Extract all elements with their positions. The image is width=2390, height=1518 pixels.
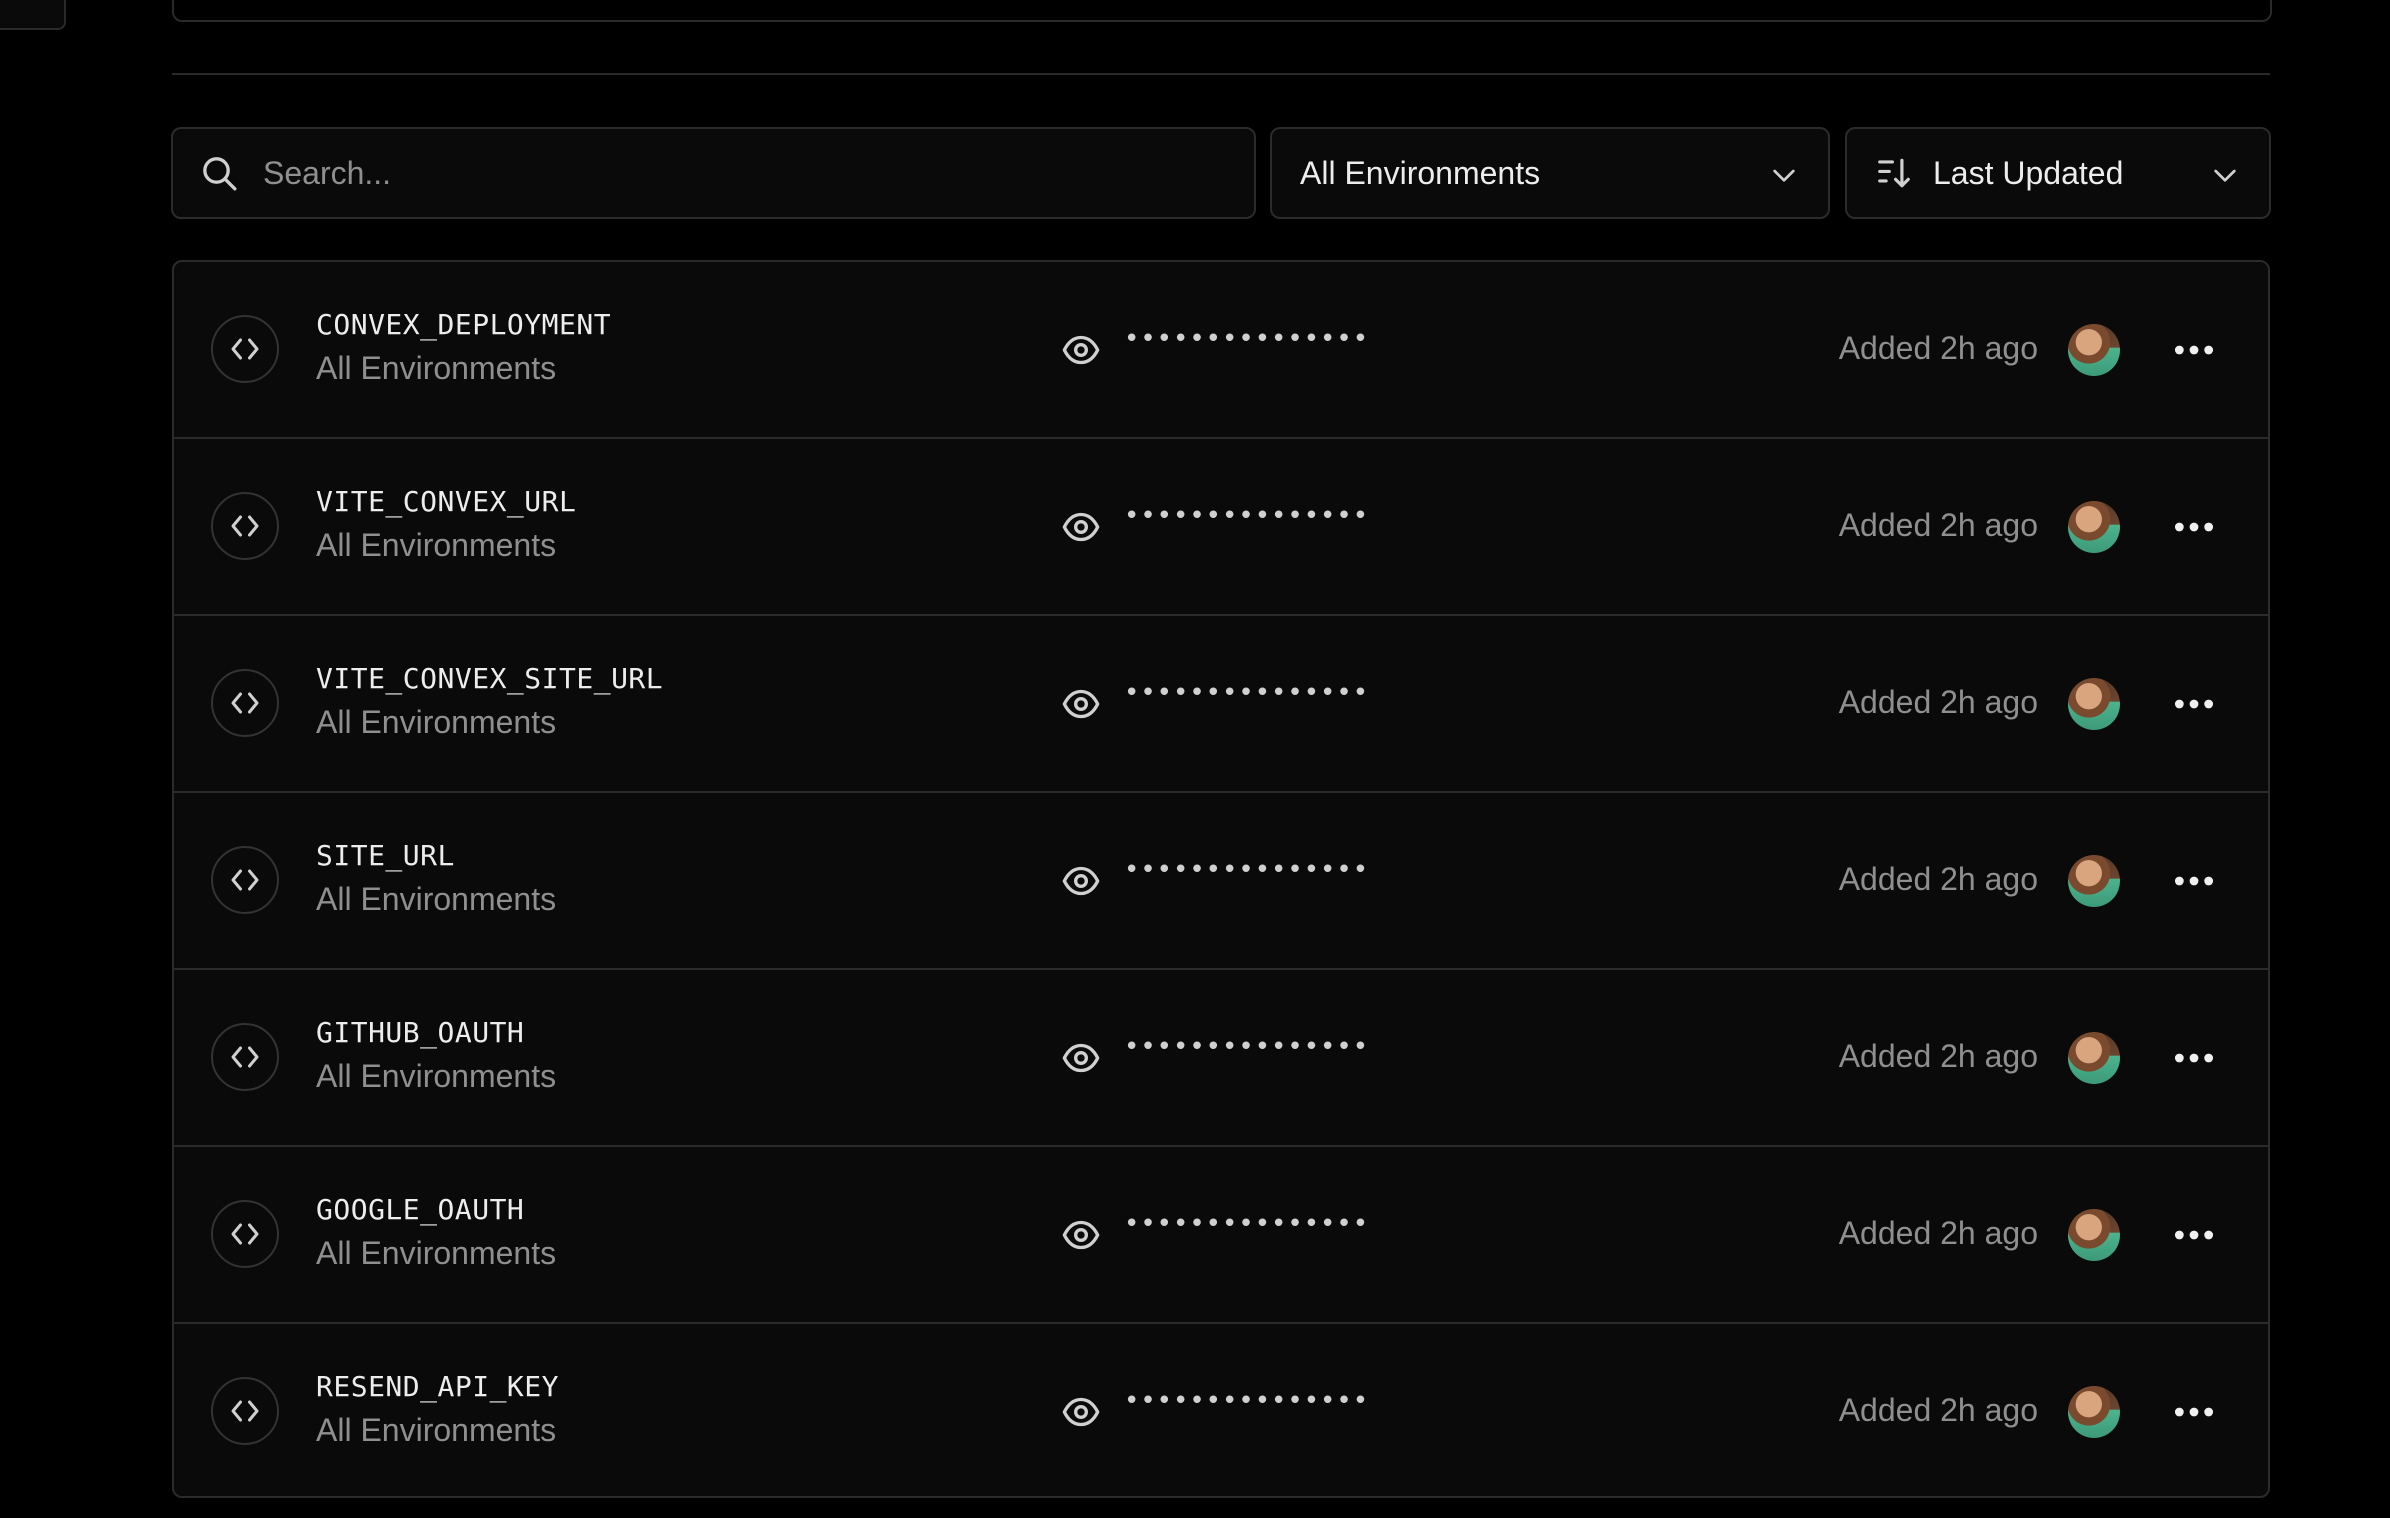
added-time: Added 2h ago [1838,330,2038,366]
environment-filter-label: All Environments [1300,154,1541,191]
previous-section-card [172,0,2272,22]
search-input[interactable] [261,153,1165,193]
code-icon [211,669,279,737]
variable-name: VITE_CONVEX_URL [316,485,577,518]
eye-icon[interactable] [1061,861,1101,901]
env-variables-page: All Environments Last Updated [0,0,2390,1518]
added-time: Added 2h ago [1838,1038,2038,1074]
masked-value: ••••••••••••••• [1124,1032,1370,1062]
env-variable-list: CONVEX_DEPLOYMENT All Environments •••••… [172,260,2270,1498]
avatar [2068,501,2120,553]
eye-icon[interactable] [1061,330,1101,370]
chevron-down-icon [2214,169,2236,182]
added-time: Added 2h ago [1838,1392,2038,1428]
variable-environment: All Environments [316,527,557,563]
env-variable-row[interactable]: GITHUB_OAUTH All Environments ••••••••••… [174,970,2268,1147]
eye-icon[interactable] [1061,684,1101,724]
variable-name: RESEND_API_KEY [316,1370,560,1403]
env-variable-row[interactable]: RESEND_API_KEY All Environments ••••••••… [174,1324,2268,1496]
variable-name: VITE_CONVEX_SITE_URL [316,662,664,695]
sort-icon [1878,158,1910,188]
variable-name: GOOGLE_OAUTH [316,1193,525,1226]
masked-value: ••••••••••••••• [1124,324,1370,354]
code-icon [211,846,279,914]
env-variable-row[interactable]: VITE_CONVEX_URL All Environments •••••••… [174,439,2268,616]
variable-name: CONVEX_DEPLOYMENT [316,308,612,341]
avatar [2068,678,2120,730]
more-horizontal-icon[interactable] [2172,509,2216,545]
search-icon [203,157,237,191]
env-variable-row[interactable]: VITE_CONVEX_SITE_URL All Environments ••… [174,616,2268,793]
eye-icon[interactable] [1061,1038,1101,1078]
added-time: Added 2h ago [1838,684,2038,720]
masked-value: ••••••••••••••• [1124,1209,1370,1239]
added-time: Added 2h ago [1838,507,2038,543]
variable-name: SITE_URL [316,839,455,872]
env-variable-row[interactable]: SITE_URL All Environments ••••••••••••••… [174,793,2268,970]
variable-environment: All Environments [316,1412,557,1448]
masked-value: ••••••••••••••• [1124,501,1370,531]
added-time: Added 2h ago [1838,861,2038,897]
environment-filter-select[interactable]: All Environments [1270,127,1830,219]
variable-environment: All Environments [316,881,557,917]
avatar [2068,324,2120,376]
more-horizontal-icon[interactable] [2172,1394,2216,1430]
chevron-down-icon [1773,169,1795,182]
code-icon [211,1200,279,1268]
code-icon [211,492,279,560]
avatar [2068,1386,2120,1438]
code-icon [211,315,279,383]
section-divider [172,73,2270,75]
env-variable-row[interactable]: CONVEX_DEPLOYMENT All Environments •••••… [174,262,2268,439]
avatar [2068,855,2120,907]
search-box[interactable] [171,127,1256,219]
masked-value: ••••••••••••••• [1124,678,1370,708]
sort-select[interactable]: Last Updated [1845,127,2271,219]
more-horizontal-icon[interactable] [2172,686,2216,722]
variable-environment: All Environments [316,704,557,740]
eye-icon[interactable] [1061,507,1101,547]
code-icon [211,1377,279,1445]
code-icon [211,1023,279,1091]
env-variable-row[interactable]: GOOGLE_OAUTH All Environments ••••••••••… [174,1147,2268,1324]
more-horizontal-icon[interactable] [2172,1040,2216,1076]
variable-name: GITHUB_OAUTH [316,1016,525,1049]
avatar [2068,1032,2120,1084]
added-time: Added 2h ago [1838,1215,2038,1251]
sidebar-edge [0,0,66,30]
variable-environment: All Environments [316,350,557,386]
eye-icon[interactable] [1061,1215,1101,1255]
masked-value: ••••••••••••••• [1124,855,1370,885]
variable-environment: All Environments [316,1235,557,1271]
more-horizontal-icon[interactable] [2172,863,2216,899]
avatar [2068,1209,2120,1261]
variable-environment: All Environments [316,1058,557,1094]
more-horizontal-icon[interactable] [2172,332,2216,368]
masked-value: ••••••••••••••• [1124,1386,1370,1416]
sort-label: Last Updated [1933,154,2124,191]
more-horizontal-icon[interactable] [2172,1217,2216,1253]
eye-icon[interactable] [1061,1392,1101,1432]
